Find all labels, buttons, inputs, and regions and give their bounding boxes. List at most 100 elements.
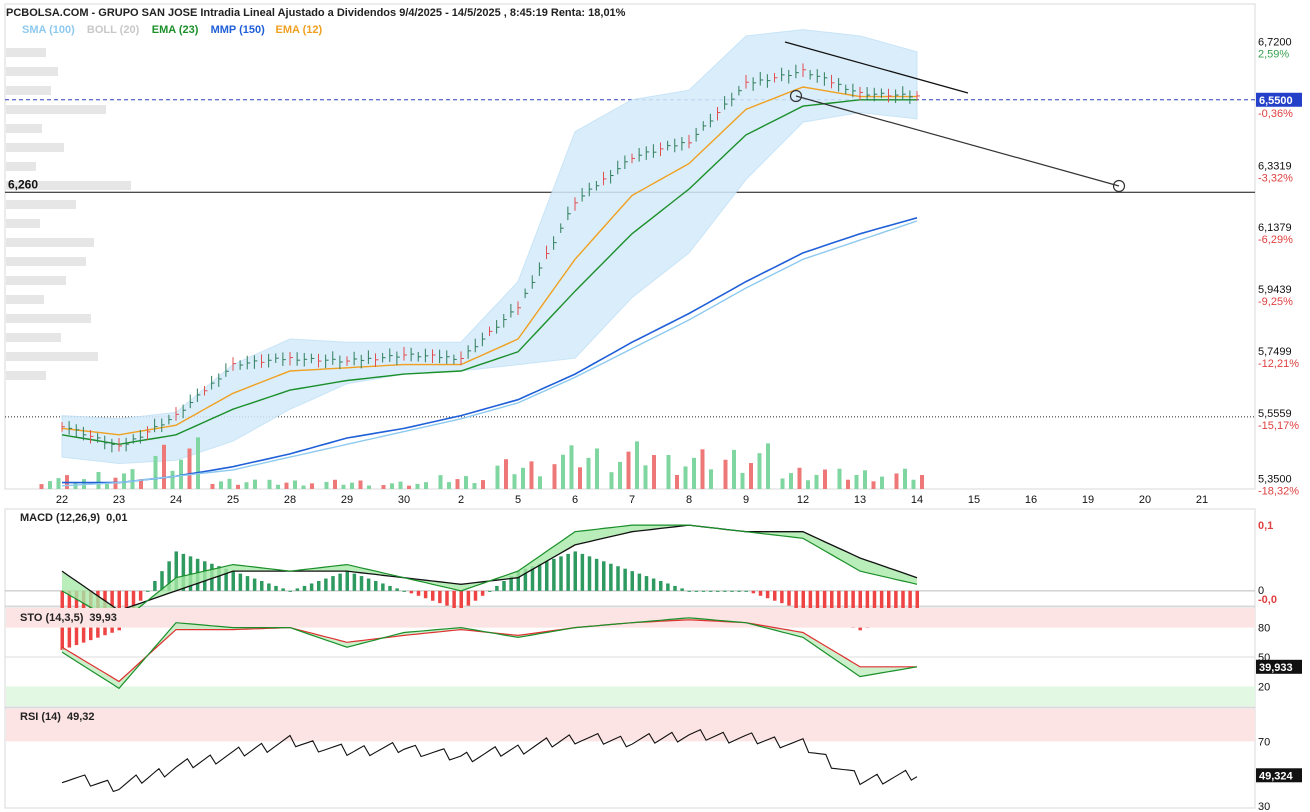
volume-bar — [538, 476, 542, 489]
volume-profile-bar — [6, 371, 46, 380]
date-tick-label: 19 — [1082, 494, 1094, 506]
macd-histogram-bar — [780, 590, 784, 604]
macd-histogram-bar — [502, 581, 506, 591]
macd-histogram-bar — [651, 578, 656, 591]
macd-histogram-bar — [345, 571, 349, 591]
volume-bar — [236, 484, 240, 489]
date-tick-label: 5 — [515, 494, 521, 506]
level-label: 6,260 — [8, 177, 38, 191]
volume-bar — [162, 444, 166, 489]
volume-bar — [880, 476, 884, 489]
volume-profile-bar — [6, 67, 58, 76]
indicator-legend: SMA (100) BOLL (20) EMA (23) MMP (150) EMA (… — [22, 24, 322, 36]
volume-bar — [643, 465, 648, 489]
volume-bar — [464, 476, 468, 489]
sto-oversold-zone — [6, 686, 1255, 706]
volume-bar — [48, 481, 52, 489]
price-tick-label: 5,5559 — [1258, 408, 1292, 420]
sto-axis-label: 80 — [1258, 623, 1270, 635]
volume-bar — [529, 461, 534, 489]
macd-histogram-bar — [438, 590, 442, 604]
macd-histogram-bar — [673, 585, 677, 591]
rsi-axis-label: 70 — [1258, 736, 1270, 748]
macd-histogram-bar — [495, 585, 499, 591]
volume-bar — [732, 449, 736, 489]
price-pct-label: -3,32% — [1258, 172, 1293, 184]
volume-bar — [871, 481, 876, 489]
macd-histogram-bar — [302, 585, 307, 591]
volume-bar — [789, 473, 793, 489]
macd-histogram-bar — [395, 588, 399, 591]
sto-label: STO (14,3,5) 39,93 — [20, 612, 117, 624]
volume-bar — [219, 481, 223, 489]
date-tick-label: 22 — [56, 494, 68, 506]
rsi-label: RSI (14) 49,32 — [20, 711, 95, 723]
volume-profile-bar — [6, 333, 61, 342]
date-axis: 22 23 24 25 28 29 30 2 5 6 7 8 9 12 13 14 15 16 19 20 21 — [56, 494, 1208, 506]
volume-bar — [512, 474, 517, 489]
macd-histogram-bar — [281, 588, 285, 591]
macd-histogram-bar — [252, 578, 257, 591]
volume-bar — [683, 466, 688, 489]
volume-bar — [618, 461, 622, 489]
volume-profile-bar — [6, 295, 44, 304]
volume-bar — [814, 474, 819, 489]
macd-histogram-bar — [730, 590, 734, 592]
volume-bar — [324, 481, 329, 489]
current-price-pct: -0,36% — [1258, 108, 1293, 120]
volume-bar — [766, 443, 770, 489]
volume-bar — [504, 459, 508, 489]
legend-item-1: BOLL (20) — [87, 24, 140, 36]
volume-bar — [276, 484, 280, 489]
macd-histogram-bar — [666, 583, 670, 591]
date-tick-label: 15 — [968, 494, 980, 506]
stock-chart[interactable]: PCBOLSA.COM - GRUPO SAN JOSE Intradia Li… — [0, 0, 1310, 812]
macd-histogram-bar — [274, 585, 278, 591]
macd-histogram-bar — [609, 563, 613, 591]
volume-bar — [447, 482, 451, 489]
date-tick-label: 12 — [797, 494, 809, 506]
volume-bar — [210, 483, 215, 489]
macd-histogram-bar — [366, 578, 371, 591]
date-tick-label: 13 — [854, 494, 866, 506]
macd-histogram-bar — [566, 553, 570, 591]
price-tick-label: 6,3319 — [1258, 160, 1292, 172]
macd-histogram-bar — [317, 581, 321, 591]
volume-bar — [609, 472, 614, 489]
macd-histogram-bar — [573, 551, 577, 591]
macd-histogram-bar — [708, 590, 713, 592]
volume-bar — [863, 470, 867, 489]
volume-bar — [635, 441, 639, 489]
macd-badge: -0,0 — [1258, 594, 1277, 606]
macd-histogram-bar — [537, 563, 542, 591]
macd-histogram-bar — [915, 590, 919, 611]
volume-profile-bar — [6, 48, 46, 57]
volume-bar — [569, 445, 574, 489]
volume-bar — [723, 459, 728, 489]
macd-histogram-bar — [352, 573, 357, 591]
macd-histogram-bar — [338, 573, 342, 591]
price-pct-label: -12,21% — [1258, 358, 1299, 370]
macd-panel[interactable] — [4, 508, 1256, 607]
chart-header-title: PCBOLSA.COM - GRUPO SAN JOSE Intradia Li… — [6, 7, 626, 19]
volume-bar — [561, 454, 565, 489]
macd-histogram-bar — [794, 590, 798, 609]
volume-profile-bar — [6, 257, 86, 266]
date-tick-label: 9 — [743, 494, 749, 506]
date-tick-label: 24 — [170, 494, 182, 506]
volume-bar — [578, 467, 582, 489]
macd-histogram-bar — [630, 571, 634, 591]
volume-bar — [358, 480, 363, 489]
macd-histogram-bar — [694, 590, 699, 592]
macd-histogram-bar — [659, 581, 663, 591]
volume-bar — [381, 485, 386, 489]
legend-item-3: MMP (150) — [211, 24, 266, 36]
volume-bar — [438, 475, 443, 489]
volume-bar — [293, 480, 297, 489]
volume-bar — [894, 473, 899, 489]
volume-bar — [806, 480, 810, 489]
macd-histogram-bar — [716, 590, 720, 592]
date-tick-label: 7 — [629, 494, 635, 506]
date-tick-label: 21 — [1196, 494, 1208, 506]
date-tick-label: 25 — [227, 494, 239, 506]
